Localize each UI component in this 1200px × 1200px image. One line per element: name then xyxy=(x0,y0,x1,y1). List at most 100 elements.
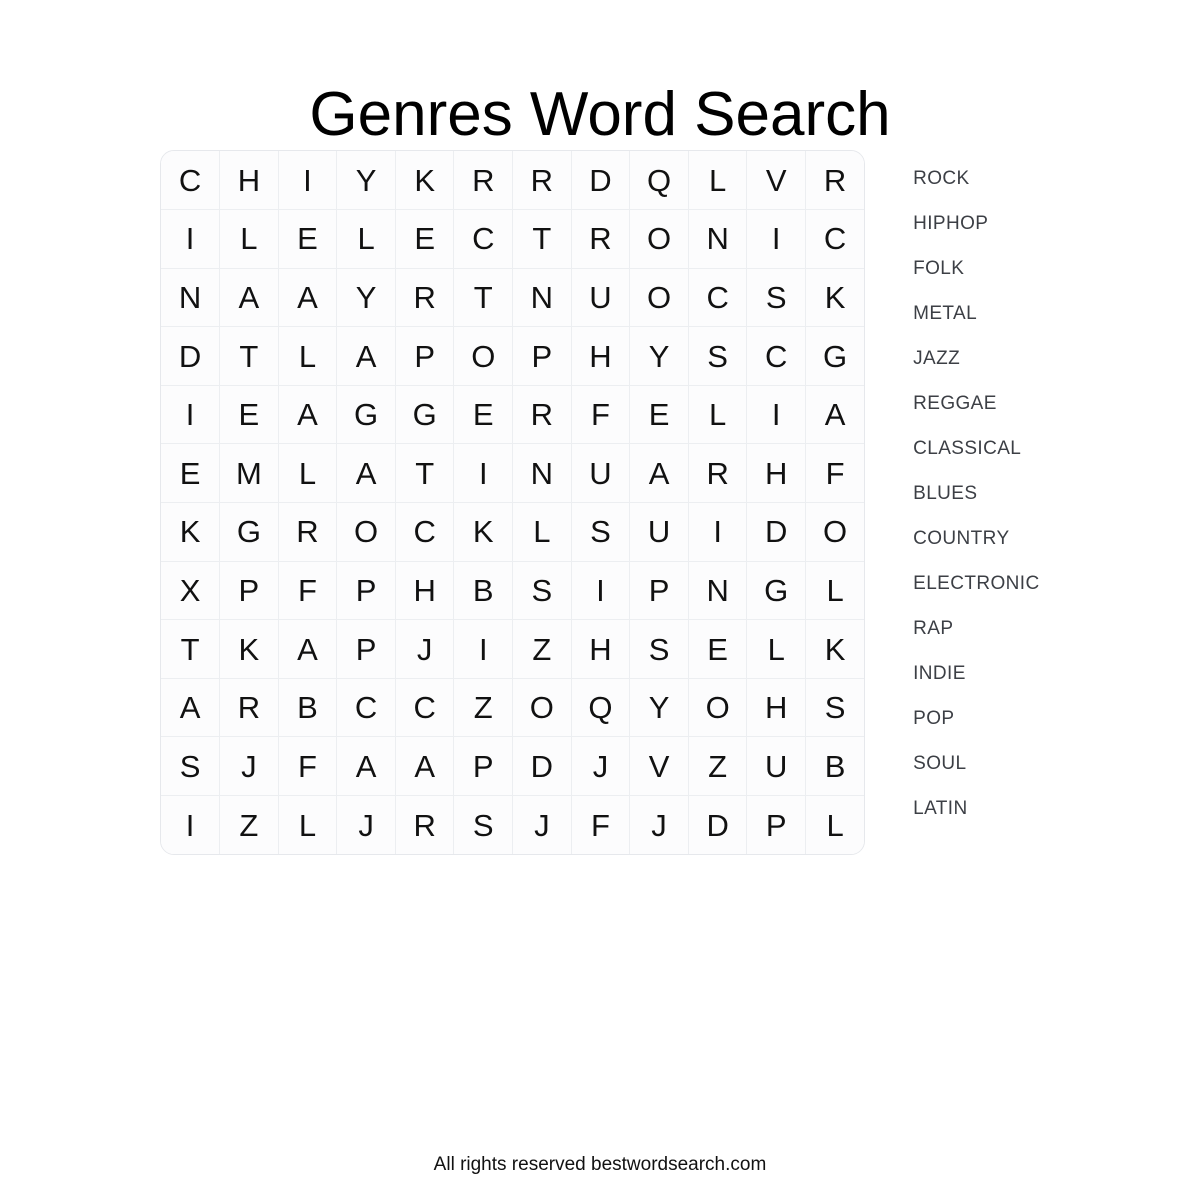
grid-cell[interactable]: C xyxy=(161,151,221,211)
grid-cell[interactable]: S xyxy=(161,736,221,797)
grid-cell[interactable]: L xyxy=(277,443,338,504)
grid-cell[interactable]: S xyxy=(629,619,689,679)
grid-cell[interactable]: J xyxy=(336,795,396,855)
grid-cell[interactable]: C xyxy=(394,677,455,738)
grid-cell[interactable]: T xyxy=(394,443,455,504)
grid-cell[interactable]: O xyxy=(512,677,572,738)
grid-cell[interactable]: O xyxy=(687,677,748,738)
grid-cell[interactable]: S xyxy=(570,502,631,562)
grid-cell[interactable]: G xyxy=(805,326,865,386)
grid-cell[interactable]: F xyxy=(277,736,338,797)
grid-cell[interactable]: K xyxy=(394,151,455,211)
word-list-item[interactable]: BLUES xyxy=(913,471,1039,516)
grid-cell[interactable]: E xyxy=(277,209,338,269)
grid-cell[interactable]: C xyxy=(687,267,748,328)
grid-cell[interactable]: K xyxy=(161,502,221,562)
grid-cell[interactable]: H xyxy=(746,443,807,504)
word-search-grid[interactable]: CHIYKRRDQLVRILELECTRONICNAAYRTNUOCSKDTLA… xyxy=(161,151,865,855)
word-list-item[interactable]: ROCK xyxy=(913,156,1039,201)
grid-cell[interactable]: A xyxy=(805,384,865,445)
grid-cell[interactable]: T xyxy=(512,209,572,269)
grid-cell[interactable]: R xyxy=(394,267,455,328)
grid-cell[interactable]: Q xyxy=(570,677,631,738)
grid-cell[interactable]: G xyxy=(394,384,455,445)
word-list-item[interactable]: JAZZ xyxy=(913,336,1039,381)
grid-cell[interactable]: Q xyxy=(629,151,689,211)
grid-cell[interactable]: A xyxy=(277,619,338,679)
grid-cell[interactable]: A xyxy=(336,326,396,386)
grid-cell[interactable]: O xyxy=(629,209,689,269)
grid-cell[interactable]: P xyxy=(453,736,514,797)
grid-cell[interactable]: F xyxy=(570,795,631,855)
grid-cell[interactable]: H xyxy=(570,619,631,679)
grid-cell[interactable]: S xyxy=(687,326,748,386)
grid-cell[interactable]: V xyxy=(746,151,807,211)
grid-cell[interactable]: I xyxy=(746,209,807,269)
grid-cell[interactable]: N xyxy=(161,267,221,328)
grid-cell[interactable]: Y xyxy=(629,326,689,386)
grid-cell[interactable]: L xyxy=(687,151,748,211)
grid-cell[interactable]: Y xyxy=(629,677,689,738)
grid-cell[interactable]: L xyxy=(746,619,807,679)
grid-cell[interactable]: C xyxy=(336,677,396,738)
grid-cell[interactable]: A xyxy=(336,443,396,504)
grid-cell[interactable]: I xyxy=(453,443,514,504)
word-list-item[interactable]: FOLK xyxy=(913,246,1039,291)
grid-cell[interactable]: N xyxy=(687,560,748,621)
grid-cell[interactable]: O xyxy=(336,502,396,562)
grid-cell[interactable]: K xyxy=(805,267,865,328)
grid-cell[interactable]: L xyxy=(805,795,865,855)
grid-cell[interactable]: P xyxy=(336,619,396,679)
grid-cell[interactable]: E xyxy=(687,619,748,679)
grid-cell[interactable]: A xyxy=(629,443,689,504)
grid-cell[interactable]: C xyxy=(746,326,807,386)
grid-cell[interactable]: J xyxy=(219,736,279,797)
grid-cell[interactable]: M xyxy=(219,443,279,504)
grid-cell[interactable]: Z xyxy=(453,677,514,738)
grid-cell[interactable]: L xyxy=(512,502,572,562)
grid-cell[interactable]: S xyxy=(512,560,572,621)
grid-cell[interactable]: S xyxy=(453,795,514,855)
word-list-item[interactable]: CLASSICAL xyxy=(913,426,1039,471)
grid-cell[interactable]: F xyxy=(805,443,865,504)
grid-cell[interactable]: S xyxy=(805,677,865,738)
grid-cell[interactable]: T xyxy=(161,619,221,679)
grid-cell[interactable]: D xyxy=(512,736,572,797)
grid-cell[interactable]: O xyxy=(805,502,865,562)
grid-cell[interactable]: N xyxy=(512,443,572,504)
grid-cell[interactable]: D xyxy=(570,151,631,211)
grid-cell[interactable]: T xyxy=(219,326,279,386)
grid-cell[interactable]: I xyxy=(161,209,221,269)
grid-cell[interactable]: Z xyxy=(219,795,279,855)
grid-cell[interactable]: G xyxy=(336,384,396,445)
grid-cell[interactable]: P xyxy=(746,795,807,855)
grid-cell[interactable]: O xyxy=(629,267,689,328)
grid-cell[interactable]: I xyxy=(277,151,338,211)
grid-cell[interactable]: Y xyxy=(336,267,396,328)
word-list-item[interactable]: HIPHOP xyxy=(913,201,1039,246)
grid-cell[interactable]: L xyxy=(219,209,279,269)
grid-cell[interactable]: T xyxy=(453,267,514,328)
grid-cell[interactable]: E xyxy=(629,384,689,445)
grid-cell[interactable]: P xyxy=(512,326,572,386)
grid-cell[interactable]: K xyxy=(805,619,865,679)
grid-cell[interactable]: A xyxy=(161,677,221,738)
grid-cell[interactable]: E xyxy=(219,384,279,445)
grid-cell[interactable]: P xyxy=(394,326,455,386)
grid-cell[interactable]: I xyxy=(161,384,221,445)
grid-cell[interactable]: R xyxy=(512,151,572,211)
grid-cell[interactable]: X xyxy=(161,560,221,621)
grid-cell[interactable]: L xyxy=(336,209,396,269)
grid-cell[interactable]: R xyxy=(277,502,338,562)
grid-cell[interactable]: R xyxy=(512,384,572,445)
grid-cell[interactable]: J xyxy=(512,795,572,855)
grid-cell[interactable]: I xyxy=(570,560,631,621)
grid-cell[interactable]: I xyxy=(746,384,807,445)
grid-cell[interactable]: P xyxy=(219,560,279,621)
word-list-item[interactable]: POP xyxy=(913,696,1039,741)
grid-cell[interactable]: A xyxy=(277,267,338,328)
grid-cell[interactable]: H xyxy=(394,560,455,621)
grid-cell[interactable]: A xyxy=(336,736,396,797)
grid-cell[interactable]: J xyxy=(570,736,631,797)
grid-cell[interactable]: E xyxy=(453,384,514,445)
